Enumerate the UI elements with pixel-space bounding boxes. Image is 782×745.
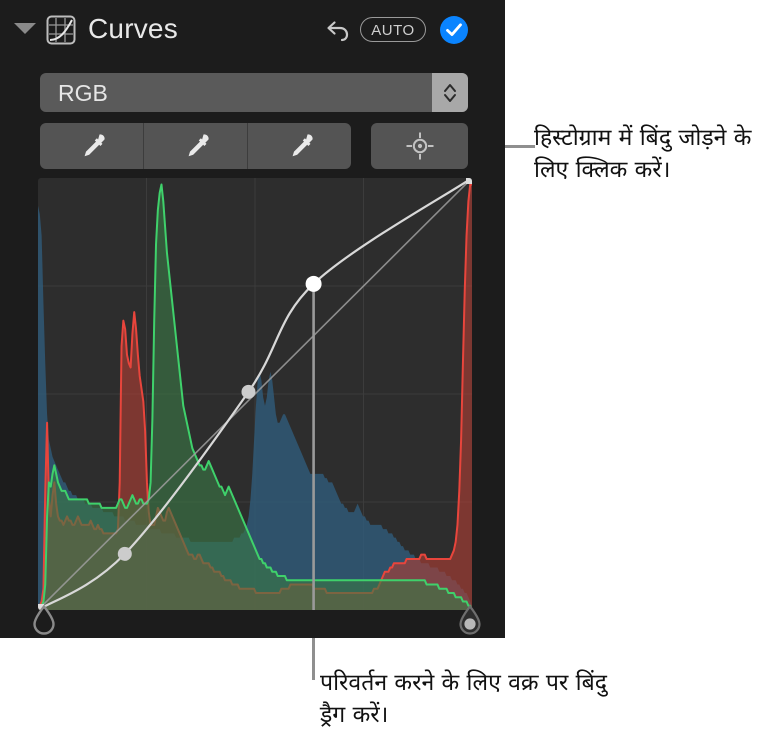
curves-histogram-graph[interactable] [38, 178, 472, 610]
chevron-up-down-icon[interactable] [432, 73, 468, 112]
undo-icon[interactable] [322, 15, 352, 45]
white-point-eyedropper[interactable] [247, 123, 351, 169]
page-title: Curves [88, 13, 178, 44]
triangle-down-icon[interactable] [14, 23, 36, 34]
black-point-handle[interactable] [32, 604, 56, 635]
eyedropper-icon [188, 134, 209, 157]
eyedropper-group [40, 123, 351, 169]
channel-select-value: RGB [58, 80, 108, 106]
eyedropper-icon [84, 134, 105, 157]
panel-header: Curves AUTO [0, 0, 505, 60]
auto-button[interactable]: AUTO [360, 17, 426, 42]
black-point-handle-icon [33, 604, 55, 635]
crosshair-target-icon [406, 132, 433, 160]
curves-icon [46, 15, 76, 45]
callout-drag-point: परिवर्तन करने के लिए वक्र पर बिंदु ड्रैग… [320, 670, 607, 728]
callout-add-point: हिस्टोग्राम में बिंदु जोड़ने के लिए क्लि… [534, 125, 752, 183]
white-point-handle[interactable] [458, 604, 482, 635]
black-point-eyedropper[interactable] [40, 123, 143, 169]
callout-leader-drag-point [312, 638, 315, 680]
curves-panel: Curves AUTO RGB [0, 0, 505, 638]
apply-checkmark-button[interactable] [440, 16, 468, 44]
histogram-plot[interactable] [38, 178, 472, 610]
channel-select[interactable]: RGB [40, 73, 468, 112]
gray-point-eyedropper[interactable] [143, 123, 247, 169]
callout-leader-add-point [505, 145, 535, 148]
eyedropper-icon [292, 134, 313, 157]
white-point-handle-icon [459, 604, 481, 635]
add-point-tool[interactable] [371, 123, 468, 169]
